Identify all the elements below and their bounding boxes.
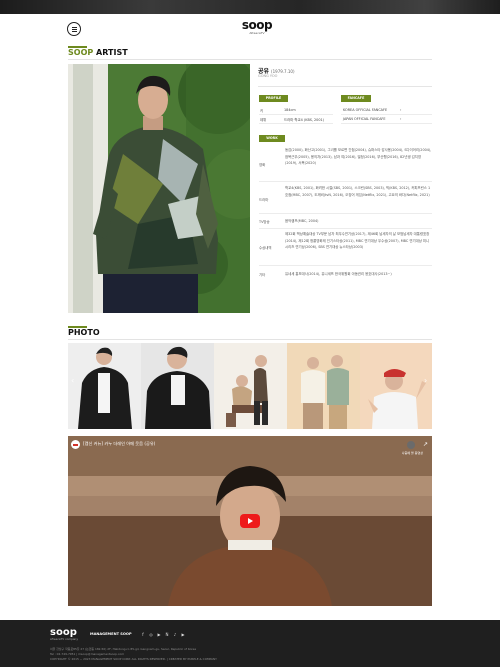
- gallery-photo[interactable]: [68, 343, 141, 429]
- gallery-next-arrow[interactable]: ›: [424, 376, 427, 385]
- artist-portrait: [68, 64, 250, 313]
- top-banner: [0, 0, 500, 14]
- share-icon[interactable]: ↗: [423, 441, 428, 448]
- name-divider: [258, 86, 432, 87]
- profile-value-debut: 드라마 학교4 (KBS, 2001): [284, 118, 324, 122]
- logo-text: soop: [241, 18, 273, 32]
- work-text-etc: 유네세 홍보대사(2014), 유니세프 한국위원회 아동권리 옹호대사(201…: [285, 272, 392, 276]
- menu-button[interactable]: [67, 22, 81, 36]
- work-text-awards: 제32회 백상예술대상 TV부문 남자 최우수연기상(2017), 제46회 납…: [285, 232, 430, 250]
- profile-key-height: 키: [260, 109, 264, 113]
- artist-name-english: GONG YOO: [258, 74, 278, 78]
- row-divider: [341, 114, 432, 115]
- gallery-photo[interactable]: [360, 343, 432, 429]
- video-player[interactable]: [캠신 커뉴] 카누 더레인 아메 웃음 (공유) 나중에 볼 동영상 ↗: [68, 436, 432, 606]
- facebook-icon[interactable]: f: [140, 632, 146, 637]
- photo-gallery: [68, 343, 432, 429]
- fancafe-link-japan[interactable]: JAPAN OFFICIAL FANCAFE: [343, 117, 386, 121]
- site-header: soop AfreecaTV: [0, 14, 500, 44]
- section-divider: [68, 59, 432, 60]
- work-text-drama: 학교4(KBS, 2001), 화려한 시절(SBS, 2001), 스크린(S…: [285, 186, 431, 197]
- section-title-rest: ARTIST: [93, 48, 128, 57]
- gallery-photo[interactable]: [141, 343, 214, 429]
- footer-copyright: COPYRIGHT © 2015 ~ 2023 MANAGEMENT SOOP …: [50, 657, 217, 661]
- menu-icon-line: [71, 29, 77, 30]
- profile-value-height: 184cm: [284, 108, 296, 112]
- work-label-tv: TV방송: [259, 220, 270, 224]
- site-logo[interactable]: soop AfreecaTV: [240, 19, 274, 39]
- play-button[interactable]: [240, 514, 260, 528]
- chevron-right-icon[interactable]: ›: [400, 108, 401, 112]
- chevron-right-icon[interactable]: ›: [400, 117, 401, 121]
- work-text-tv: 음악캠프(MBC, 2004): [285, 219, 319, 223]
- youtube-icon[interactable]: ▶: [156, 632, 162, 637]
- row-divider: [259, 213, 432, 214]
- menu-icon-line: [71, 31, 77, 32]
- footer-contact: Tel : 02-749-7951 | msoop@managementsoop…: [50, 652, 125, 656]
- work-label-awards: 수상내역: [259, 246, 272, 250]
- work-label-etc: 기타: [259, 273, 266, 277]
- tiktok-icon[interactable]: ♪: [172, 632, 178, 637]
- work-label-film: 영화: [259, 163, 266, 167]
- video-title[interactable]: [캠신 커뉴] 카누 더레인 아메 웃음 (공유): [83, 441, 155, 447]
- photo-section-title: PHOTO: [68, 328, 100, 337]
- work-tag: WORK: [259, 135, 285, 142]
- work-label-drama: 드라마: [259, 198, 269, 202]
- section-divider: [68, 339, 432, 340]
- watch-later-label: 나중에 볼 동영상: [401, 451, 423, 455]
- row-divider: [259, 123, 333, 124]
- work-text-film: 동감(2000), 화산고(2001), 그녀를 모르면 간첩(2004), 슈…: [285, 148, 432, 166]
- row-divider: [259, 228, 432, 229]
- video-icon[interactable]: ▶: [180, 632, 186, 637]
- menu-icon: [71, 27, 77, 28]
- profile-key-debut: 데뷔: [260, 118, 267, 122]
- clock-icon[interactable]: [407, 441, 415, 449]
- site-footer: soop AfreecaTV company MANAGEMENT SOOP f…: [0, 620, 500, 667]
- gallery-photo[interactable]: [287, 343, 360, 429]
- row-divider: [341, 123, 432, 124]
- naver-icon[interactable]: N: [164, 632, 170, 637]
- fancafe-link-korea[interactable]: KOREA OFFICIAL FANCAFE: [343, 108, 387, 112]
- footer-logo-subtext: AfreecaTV company: [50, 637, 78, 641]
- artist-section-title: SOOP ARTIST: [68, 48, 128, 57]
- section-title-accent: SOOP: [68, 48, 94, 57]
- profile-tag: PROFILE: [259, 95, 288, 102]
- gallery-prev-arrow[interactable]: ‹: [71, 376, 74, 385]
- fancafe-tag: FANCAFE: [341, 95, 371, 102]
- channel-avatar[interactable]: [71, 440, 80, 449]
- instagram-icon[interactable]: ◎: [148, 632, 154, 637]
- row-divider: [259, 181, 432, 182]
- row-divider: [259, 265, 432, 266]
- footer-brand: MANAGEMENT SOOP: [90, 632, 132, 636]
- row-divider: [259, 114, 333, 115]
- gallery-photo[interactable]: [214, 343, 287, 429]
- footer-address: 서울 강남구 학동로85길 27 (논현동 182-50) 2F, Hakdon…: [50, 647, 197, 651]
